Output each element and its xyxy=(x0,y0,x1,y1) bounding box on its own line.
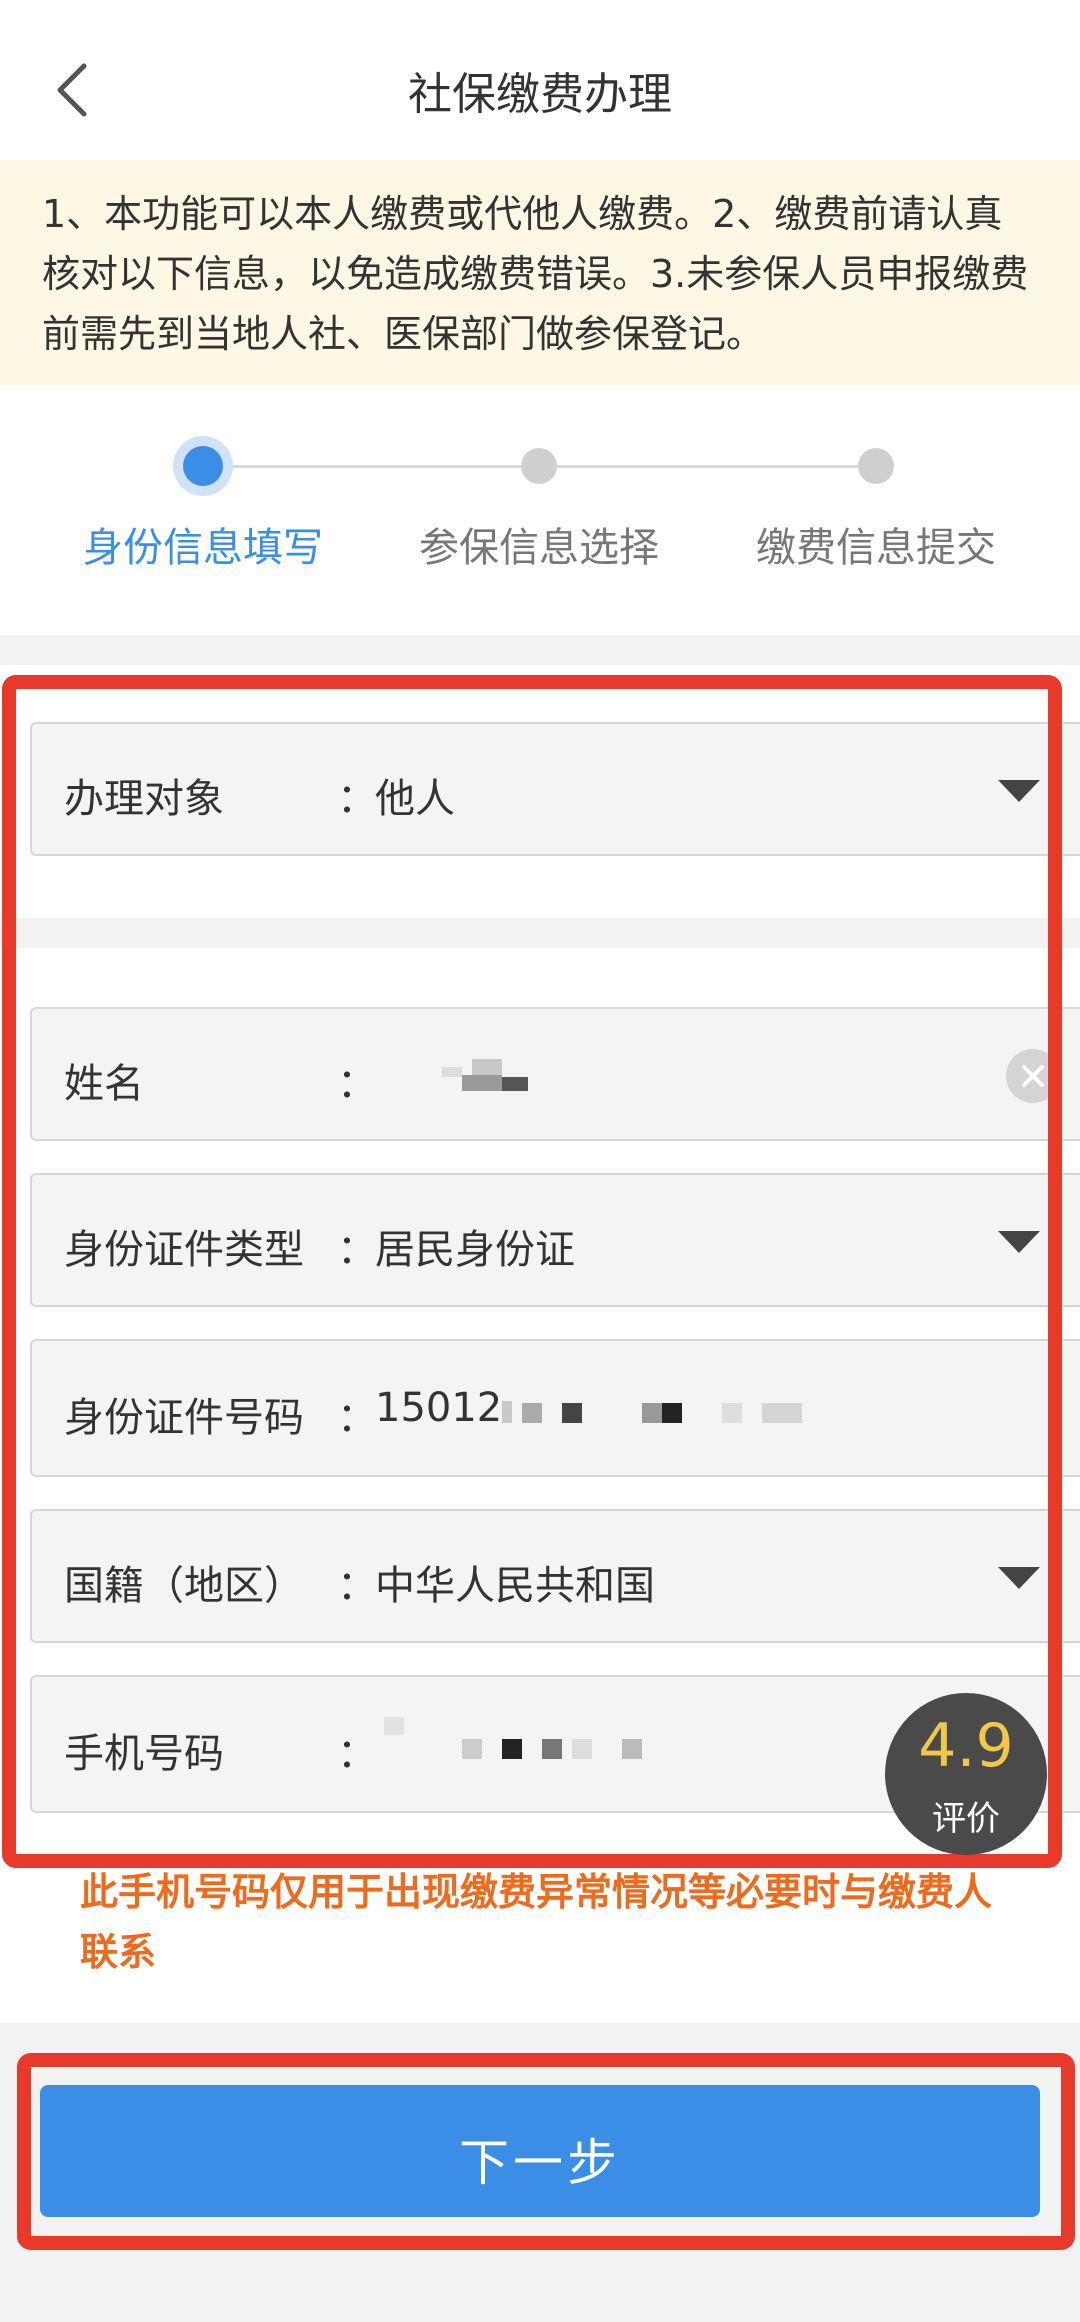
field-colon: ： xyxy=(337,1395,377,1441)
id-number-value[interactable]: 15012 xyxy=(375,1385,502,1431)
field-label: 姓名 xyxy=(64,1061,144,1107)
id-type-value: 居民身份证 xyxy=(375,1227,575,1273)
step-label-insurance: 参保信息选择 xyxy=(419,525,659,571)
section-divider xyxy=(0,635,1080,665)
rating-score: 4.9 xyxy=(918,1711,1014,1781)
header: 社保缴费办理 xyxy=(0,0,1080,160)
notice-banner: 1、本功能可以本人缴费或代他人缴费。2、缴费前请认真核对以下信息，以免造成缴费错… xyxy=(0,160,1080,385)
rating-label: 评价 xyxy=(932,1799,1000,1839)
id-number-field[interactable]: 身份证件号码 ： 15012 xyxy=(30,1339,1080,1477)
field-label: 办理对象 xyxy=(64,776,224,822)
field-colon: ： xyxy=(337,1227,377,1273)
redacted-block xyxy=(522,1403,542,1423)
field-label: 手机号码 xyxy=(64,1731,224,1777)
target-select[interactable]: 办理对象 ： 他人 xyxy=(30,722,1080,856)
redacted-block xyxy=(542,1739,562,1759)
chevron-down-icon[interactable] xyxy=(998,1231,1040,1253)
chevron-down-icon[interactable] xyxy=(998,780,1040,802)
redacted-block xyxy=(472,1059,502,1075)
field-colon: ： xyxy=(337,1061,377,1107)
redacted-block xyxy=(384,1717,404,1735)
nationality-select[interactable]: 国籍（地区） ： 中华人民共和国 xyxy=(30,1509,1080,1643)
step-dot-payment xyxy=(858,448,894,484)
rating-badge[interactable]: 4.9 评价 xyxy=(885,1693,1047,1855)
redacted-block xyxy=(502,1401,512,1423)
nationality-value: 中华人民共和国 xyxy=(375,1563,655,1609)
field-label: 国籍（地区） xyxy=(64,1563,304,1609)
section-divider xyxy=(0,918,1080,948)
field-label: 身份证件类型 xyxy=(64,1227,304,1273)
step-connector xyxy=(203,465,539,468)
field-colon: ： xyxy=(337,1731,377,1777)
redacted-block xyxy=(502,1077,528,1091)
step-indicator: 身份信息填写 参保信息选择 缴费信息提交 xyxy=(0,385,1080,635)
phone-hint: 此手机号码仅用于出现缴费异常情况等必要时与缴费人联系 xyxy=(80,1870,993,1974)
field-colon: ： xyxy=(337,1563,377,1609)
redacted-block xyxy=(502,1739,522,1759)
redacted-block xyxy=(562,1403,582,1423)
redacted-block xyxy=(572,1739,592,1759)
step-connector xyxy=(539,465,876,468)
id-type-select[interactable]: 身份证件类型 ： 居民身份证 xyxy=(30,1173,1080,1307)
step-dot-insurance xyxy=(521,448,557,484)
redacted-block xyxy=(722,1403,742,1423)
clear-icon[interactable] xyxy=(1006,1049,1060,1103)
chevron-down-icon[interactable] xyxy=(998,1567,1040,1589)
redacted-block xyxy=(442,1067,462,1077)
page-title: 社保缴费办理 xyxy=(408,69,672,120)
redacted-block xyxy=(462,1739,482,1759)
redacted-block xyxy=(662,1403,682,1423)
next-step-button[interactable]: 下一步 xyxy=(40,2085,1040,2217)
next-step-label: 下一步 xyxy=(459,2135,621,2191)
step-dot-identity xyxy=(183,446,223,486)
redacted-block xyxy=(622,1739,642,1759)
target-value: 他人 xyxy=(375,776,455,822)
step-label-payment: 缴费信息提交 xyxy=(756,525,996,571)
redacted-block xyxy=(762,1403,802,1423)
redacted-block xyxy=(462,1075,502,1091)
step-label-identity: 身份信息填写 xyxy=(83,525,323,571)
field-label: 身份证件号码 xyxy=(64,1395,304,1441)
field-colon: ： xyxy=(337,776,377,822)
name-field[interactable]: 姓名 ： xyxy=(30,1007,1080,1141)
